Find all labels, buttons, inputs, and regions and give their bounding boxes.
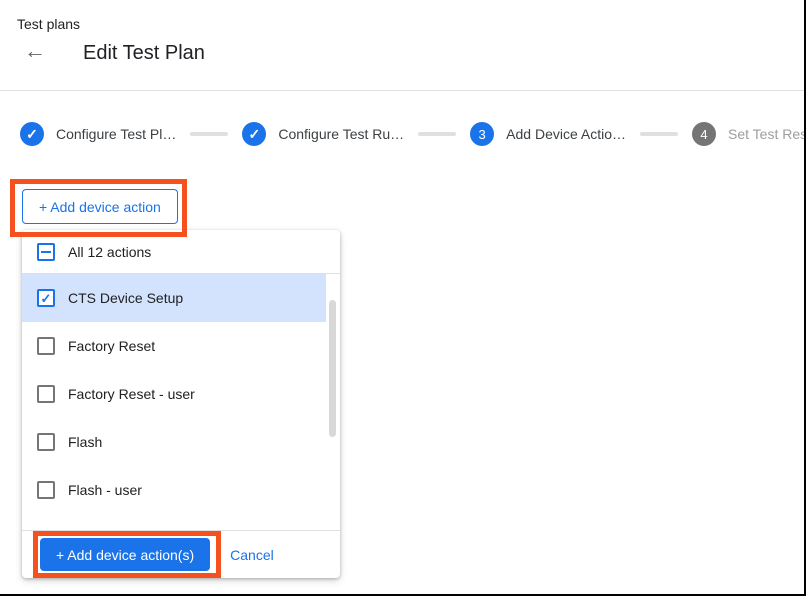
step-set-test-resources[interactable]: 4 Set Test Resourc… xyxy=(692,122,806,146)
step-connector xyxy=(190,132,228,136)
option-label: CTS Device Setup xyxy=(68,290,183,306)
option-label: Flash - user xyxy=(68,482,142,498)
step-1-label: Configure Test Pl… xyxy=(56,126,176,142)
option-row-flash-user[interactable]: Flash - user xyxy=(22,466,326,514)
step-1-check-icon: ✓ xyxy=(20,122,44,146)
dropdown-footer: + Add device action(s) Cancel xyxy=(22,530,340,578)
device-action-dropdown: All 12 actions ✓ CTS Device Setup Factor… xyxy=(22,230,340,578)
step-configure-test-plan[interactable]: ✓ Configure Test Pl… xyxy=(20,122,176,146)
option-row-flash[interactable]: Flash xyxy=(22,418,326,466)
step-add-device-actions[interactable]: 3 Add Device Actio… xyxy=(470,122,626,146)
checkbox-unchecked-icon[interactable] xyxy=(37,433,55,451)
header-divider xyxy=(0,90,804,91)
option-label: Factory Reset - user xyxy=(68,386,195,402)
step-3-label: Add Device Actio… xyxy=(506,126,626,142)
option-row-factory-reset[interactable]: Factory Reset xyxy=(22,322,326,370)
stepper: ✓ Configure Test Pl… ✓ Configure Test Ru… xyxy=(20,121,806,147)
device-action-list: ✓ CTS Device Setup Factory Reset Factory… xyxy=(22,274,340,530)
checkbox-unchecked-icon[interactable] xyxy=(37,337,55,355)
step-4-label: Set Test Resourc… xyxy=(728,126,806,142)
page-title: Edit Test Plan xyxy=(83,42,205,65)
option-row-factory-reset-user[interactable]: Factory Reset - user xyxy=(22,370,326,418)
add-device-actions-confirm-button[interactable]: + Add device action(s) xyxy=(40,538,210,571)
select-all-actions-row[interactable]: All 12 actions xyxy=(22,230,340,273)
step-2-check-icon: ✓ xyxy=(242,122,266,146)
breadcrumb: Test plans xyxy=(17,16,80,32)
option-row-cts-device-setup[interactable]: ✓ CTS Device Setup xyxy=(22,274,326,322)
scrollbar-thumb[interactable] xyxy=(329,300,336,437)
checkbox-unchecked-icon[interactable] xyxy=(37,385,55,403)
step-connector xyxy=(640,132,678,136)
option-label: Factory Reset xyxy=(68,338,155,354)
select-all-checkbox-indeterminate-icon[interactable] xyxy=(37,243,55,261)
step-3-number-badge: 3 xyxy=(470,122,494,146)
step-configure-test-run[interactable]: ✓ Configure Test Ru… xyxy=(242,122,404,146)
step-2-label: Configure Test Ru… xyxy=(278,126,404,142)
cancel-button[interactable]: Cancel xyxy=(230,547,274,563)
back-arrow-icon[interactable]: ← xyxy=(24,40,46,62)
checkbox-checked-icon[interactable]: ✓ xyxy=(37,289,55,307)
checkbox-unchecked-icon[interactable] xyxy=(37,481,55,499)
edit-test-plan-screen: Test plans ← Edit Test Plan ✓ Configure … xyxy=(0,0,806,596)
select-all-label: All 12 actions xyxy=(68,244,151,260)
add-device-action-button[interactable]: + Add device action xyxy=(22,189,178,224)
step-4-number-badge: 4 xyxy=(692,122,716,146)
option-label: Flash xyxy=(68,434,102,450)
step-connector xyxy=(418,132,456,136)
